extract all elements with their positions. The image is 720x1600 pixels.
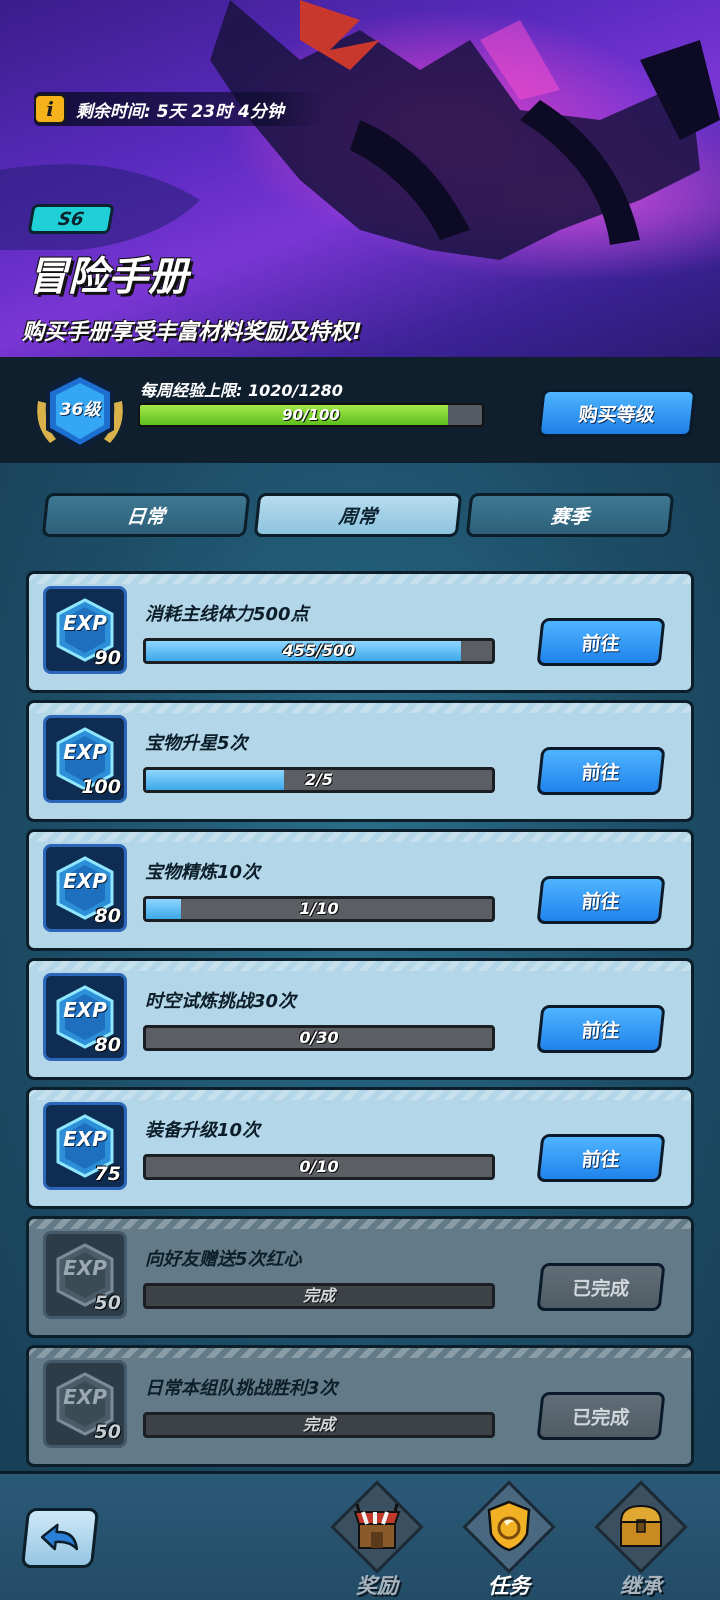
task-card: EXP 100 宝物升星5次 2/5 前往	[26, 700, 694, 822]
tab-weekly[interactable]: 周常	[253, 493, 463, 537]
nav-rewards-label: 奖励	[356, 1574, 398, 1598]
go-button[interactable]: 前往	[536, 618, 666, 666]
time-remaining-text: 剩余时间: 5天 23时 4分钟	[76, 101, 284, 122]
exp-value: 50	[94, 1421, 121, 1443]
tab-season[interactable]: 赛季	[465, 493, 675, 537]
task-card: EXP 50 向好友赠送5次红心 完成 已完成	[26, 1216, 694, 1338]
task-progress-text: 455/500	[282, 641, 356, 660]
task-title: 消耗主线体力500点	[145, 604, 309, 625]
go-button[interactable]: 前往	[536, 1005, 666, 1053]
task-card: EXP 90 消耗主线体力500点 455/500 前往	[26, 571, 694, 693]
info-icon[interactable]: i	[34, 94, 66, 124]
task-card: EXP 80 宝物精炼10次 1/10 前往	[26, 829, 694, 951]
exp-value: 75	[94, 1163, 121, 1185]
exp-label: EXP	[63, 1127, 107, 1151]
exp-label: EXP	[63, 869, 107, 893]
treasure-chest-icon	[619, 1504, 663, 1547]
page-subtitle: 购买手册享受丰富材料奖励及特权!	[22, 320, 363, 345]
nav-tasks-label: 任务	[488, 1574, 530, 1598]
task-title: 装备升级10次	[145, 1120, 261, 1141]
go-button[interactable]: 前往	[536, 876, 666, 924]
task-panel: 日常 周常 赛季 EXP 90 消耗主线体力500点 455/500 前往 EX…	[0, 463, 720, 1471]
exp-reward-badge: EXP 90	[43, 586, 127, 674]
task-list[interactable]: EXP 90 消耗主线体力500点 455/500 前往 EXP 100 宝物升…	[26, 571, 694, 1471]
exp-label: EXP	[63, 1385, 107, 1409]
go-button[interactable]: 前往	[536, 747, 666, 795]
shop-icon	[353, 1503, 401, 1549]
task-progress-text: 0/10	[299, 1157, 339, 1176]
nav-inherit-label: 继承	[620, 1574, 662, 1598]
bottom-nav: 奖励 任务 继承	[0, 1471, 720, 1600]
exp-value: 50	[94, 1292, 121, 1314]
task-card: EXP 75 装备升级10次 0/10 前往	[26, 1087, 694, 1209]
exp-value: 80	[94, 905, 121, 927]
task-card: EXP 80 时空试炼挑战30次 0/30 前往	[26, 958, 694, 1080]
task-title: 宝物升星5次	[145, 733, 248, 754]
back-button[interactable]	[20, 1508, 100, 1568]
back-arrow-icon	[40, 1523, 79, 1551]
task-title: 宝物精炼10次	[145, 862, 261, 883]
level-panel: 36级 每周经验上限: 1020/1280 90/100 购买等级	[0, 357, 720, 463]
completed-button: 已完成	[536, 1263, 666, 1311]
task-progress-text: 0/30	[299, 1028, 339, 1047]
exp-label: EXP	[63, 740, 107, 764]
exp-reward-badge: EXP 75	[43, 1102, 127, 1190]
weekly-exp-label: 每周经验上限: 1020/1280	[140, 381, 343, 400]
weekly-progress-text: 90/100	[282, 406, 340, 424]
exp-value: 100	[81, 776, 121, 798]
task-progress-text: 1/10	[299, 899, 339, 918]
task-title: 向好友赠送5次红心	[145, 1249, 302, 1270]
task-title: 日常本组队挑战胜利3次	[145, 1378, 338, 1399]
page-title: 冒险手册	[28, 254, 188, 300]
dragon-artwork	[0, 0, 720, 260]
level-badge-text: 36级	[59, 400, 101, 420]
exp-value: 90	[94, 647, 121, 669]
task-progress-text: 完成	[302, 1286, 335, 1305]
exp-label: EXP	[63, 1256, 107, 1280]
nav-inherit[interactable]: 继承	[586, 1480, 696, 1600]
exp-reward-badge: EXP 80	[43, 973, 127, 1061]
season-banner: i 剩余时间: 5天 23时 4分钟 S6 冒险手册 购买手册享受丰富材料奖励及…	[0, 0, 720, 360]
task-progress-text: 完成	[302, 1415, 335, 1434]
nav-tasks[interactable]: 任务	[454, 1480, 564, 1600]
tab-daily[interactable]: 日常	[41, 493, 251, 537]
task-shield-icon	[487, 1500, 531, 1552]
task-card: EXP 50 日常本组队挑战胜利3次 完成 已完成	[26, 1345, 694, 1467]
nav-rewards[interactable]: 奖励	[322, 1480, 432, 1600]
task-title: 时空试炼挑战30次	[145, 991, 297, 1012]
exp-reward-badge: EXP 50	[43, 1231, 127, 1319]
season-badge: S6	[27, 204, 115, 234]
buy-level-button[interactable]: 购买等级	[537, 389, 697, 437]
time-remaining: i 剩余时间: 5天 23时 4分钟	[34, 92, 324, 126]
exp-reward-badge: EXP 50	[43, 1360, 127, 1448]
exp-value: 80	[94, 1034, 121, 1056]
completed-button: 已完成	[536, 1392, 666, 1440]
go-button[interactable]: 前往	[536, 1134, 666, 1182]
task-progress-text: 2/5	[304, 770, 334, 789]
exp-label: EXP	[63, 611, 107, 635]
exp-reward-badge: EXP 100	[43, 715, 127, 803]
exp-reward-badge: EXP 80	[43, 844, 127, 932]
exp-label: EXP	[63, 998, 107, 1022]
